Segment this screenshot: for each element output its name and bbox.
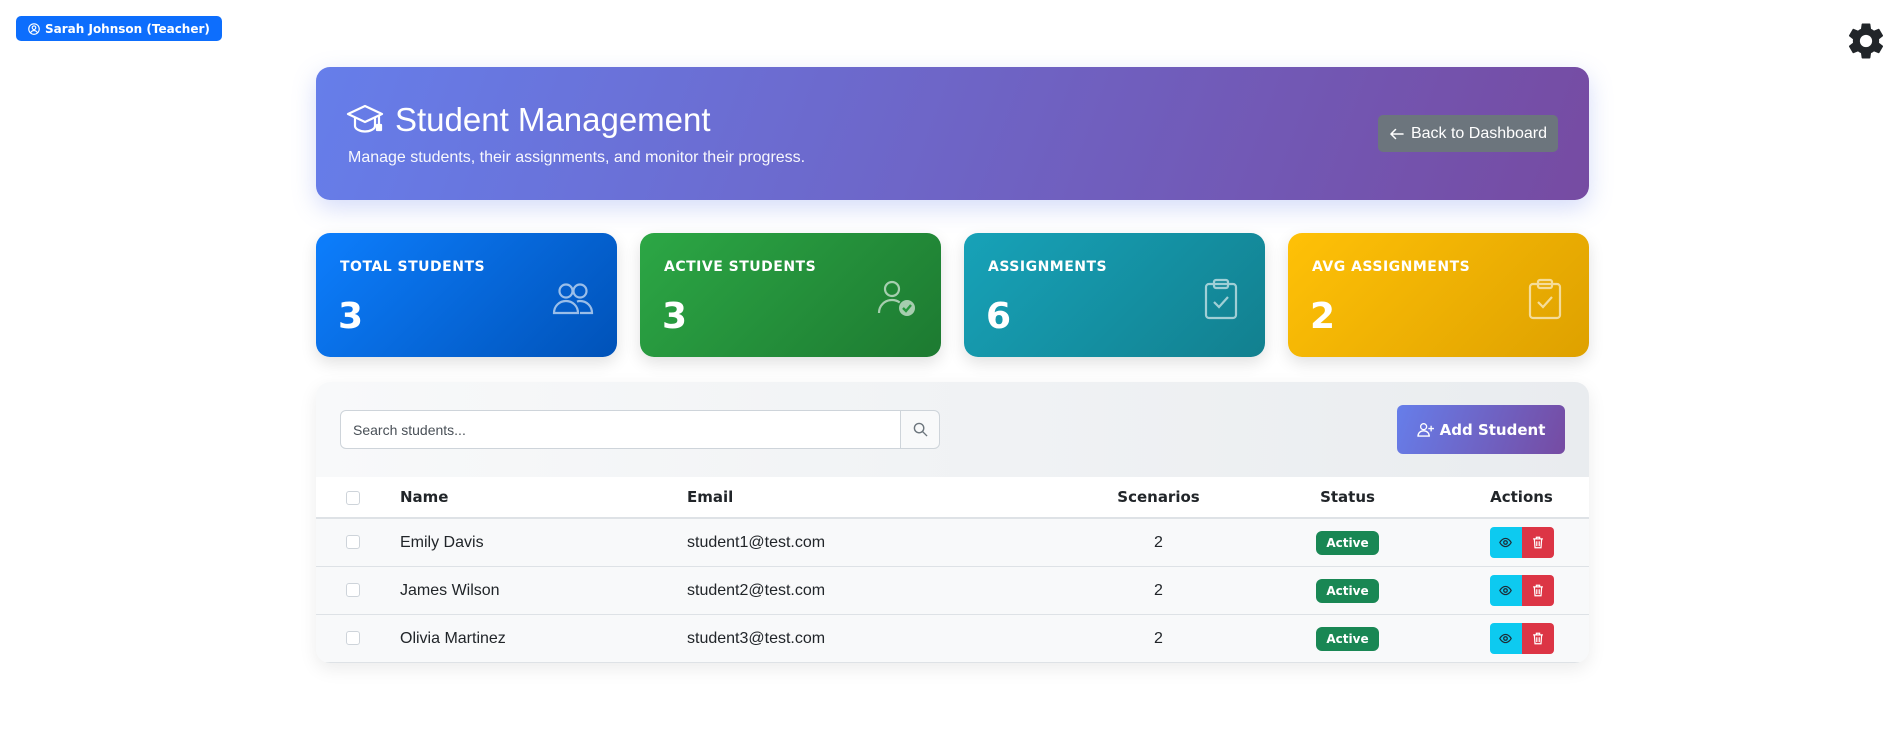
actions-cell [1454,566,1589,615]
stat-card-active-students: ACTIVE STUDENTS 3 [640,233,941,357]
row-select-cell [316,518,400,567]
delete-student-button[interactable] [1521,527,1554,558]
table-toolbar: Add Student [316,382,1589,478]
student-scenarios: 2 [1076,518,1241,567]
column-header-status[interactable]: Status [1241,477,1454,519]
stat-card-total-students: TOTAL STUDENTS 3 [316,233,617,357]
back-to-dashboard-button[interactable]: Back to Dashboard [1378,115,1558,152]
trash-icon [1532,632,1543,645]
column-header-scenarios[interactable]: Scenarios [1076,477,1241,519]
delete-student-button[interactable] [1521,575,1554,606]
search-icon [913,422,928,437]
user-badge-label: Sarah Johnson (Teacher) [45,21,210,36]
stat-value: 6 [986,296,1012,337]
view-student-button[interactable] [1489,527,1522,558]
student-email: student3@test.com [687,614,1076,663]
students-table: Name Email Scenarios Status Actions Emil… [316,477,1589,663]
table-row: Emily Davis student1@test.com 2 Active [316,518,1589,567]
page-subtitle: Manage students, their assignments, and … [348,149,806,166]
user-badge[interactable]: Sarah Johnson (Teacher) [16,16,222,41]
column-header-name[interactable]: Name [400,477,687,519]
student-email: student1@test.com [687,518,1076,567]
search-input[interactable] [340,410,901,449]
row-checkbox[interactable] [346,631,360,646]
stat-label: ACTIVE STUDENTS [664,259,817,275]
page-title: Student Management [395,101,711,138]
add-student-button[interactable]: Add Student [1397,405,1565,454]
student-scenarios: 2 [1076,614,1241,663]
search-button[interactable] [901,410,940,449]
trash-icon [1532,536,1543,549]
status-badge: Active [1316,578,1379,603]
stat-label: ASSIGNMENTS [988,259,1108,275]
person-check-icon [877,280,915,316]
student-name: Olivia Martinez [400,614,687,663]
actions-cell [1454,614,1589,663]
people-icon [552,283,594,315]
status-badge: Active [1316,626,1379,651]
view-student-button[interactable] [1489,575,1522,606]
stat-value: 3 [662,296,688,337]
row-checkbox[interactable] [346,535,360,550]
row-select-cell [316,566,400,615]
stat-value: 3 [338,296,364,337]
status-cell: Active [1241,566,1454,615]
search-group [340,410,940,449]
eye-icon [1499,537,1512,548]
table-header-row: Name Email Scenarios Status Actions [316,477,1589,519]
stat-card-assignments: ASSIGNMENTS 6 [964,233,1265,357]
settings-button[interactable] [1845,20,1887,62]
actions-cell [1454,518,1589,567]
students-panel: Add Student Name Email Scenarios Status … [316,382,1589,663]
clipboard-check-icon [1204,278,1238,320]
delete-student-button[interactable] [1521,623,1554,654]
status-cell: Active [1241,614,1454,663]
table-row: Olivia Martinez student3@test.com 2 Acti… [316,614,1589,663]
trash-icon [1532,584,1543,597]
column-header-actions: Actions [1454,477,1589,519]
gear-icon [1848,23,1884,59]
stat-label: AVG ASSIGNMENTS [1312,259,1471,275]
arrow-left-icon [1389,128,1404,139]
page-header: Student Management Manage students, thei… [316,67,1589,200]
clipboard-check-icon [1528,278,1562,320]
student-scenarios: 2 [1076,566,1241,615]
stat-value: 2 [1310,296,1336,337]
column-header-email[interactable]: Email [687,477,1076,519]
student-name: Emily Davis [400,518,687,567]
row-checkbox[interactable] [346,583,360,598]
graduation-cap-icon [346,104,384,133]
stat-label: TOTAL STUDENTS [340,259,486,275]
eye-icon [1499,633,1512,644]
status-badge: Active [1316,530,1379,555]
row-select-cell [316,614,400,663]
back-to-dashboard-label: Back to Dashboard [1410,124,1548,142]
add-student-label: Add Student [1439,420,1546,439]
select-all-cell [316,477,400,519]
table-row: James Wilson student2@test.com 2 Active [316,566,1589,615]
student-email: student2@test.com [687,566,1076,615]
view-student-button[interactable] [1489,623,1522,654]
status-cell: Active [1241,518,1454,567]
user-circle-icon [28,22,40,35]
student-name: James Wilson [400,566,687,615]
person-plus-icon [1416,423,1434,437]
stat-card-avg-assignments: AVG ASSIGNMENTS 2 [1288,233,1589,357]
select-all-checkbox[interactable] [346,490,360,505]
eye-icon [1499,585,1512,596]
